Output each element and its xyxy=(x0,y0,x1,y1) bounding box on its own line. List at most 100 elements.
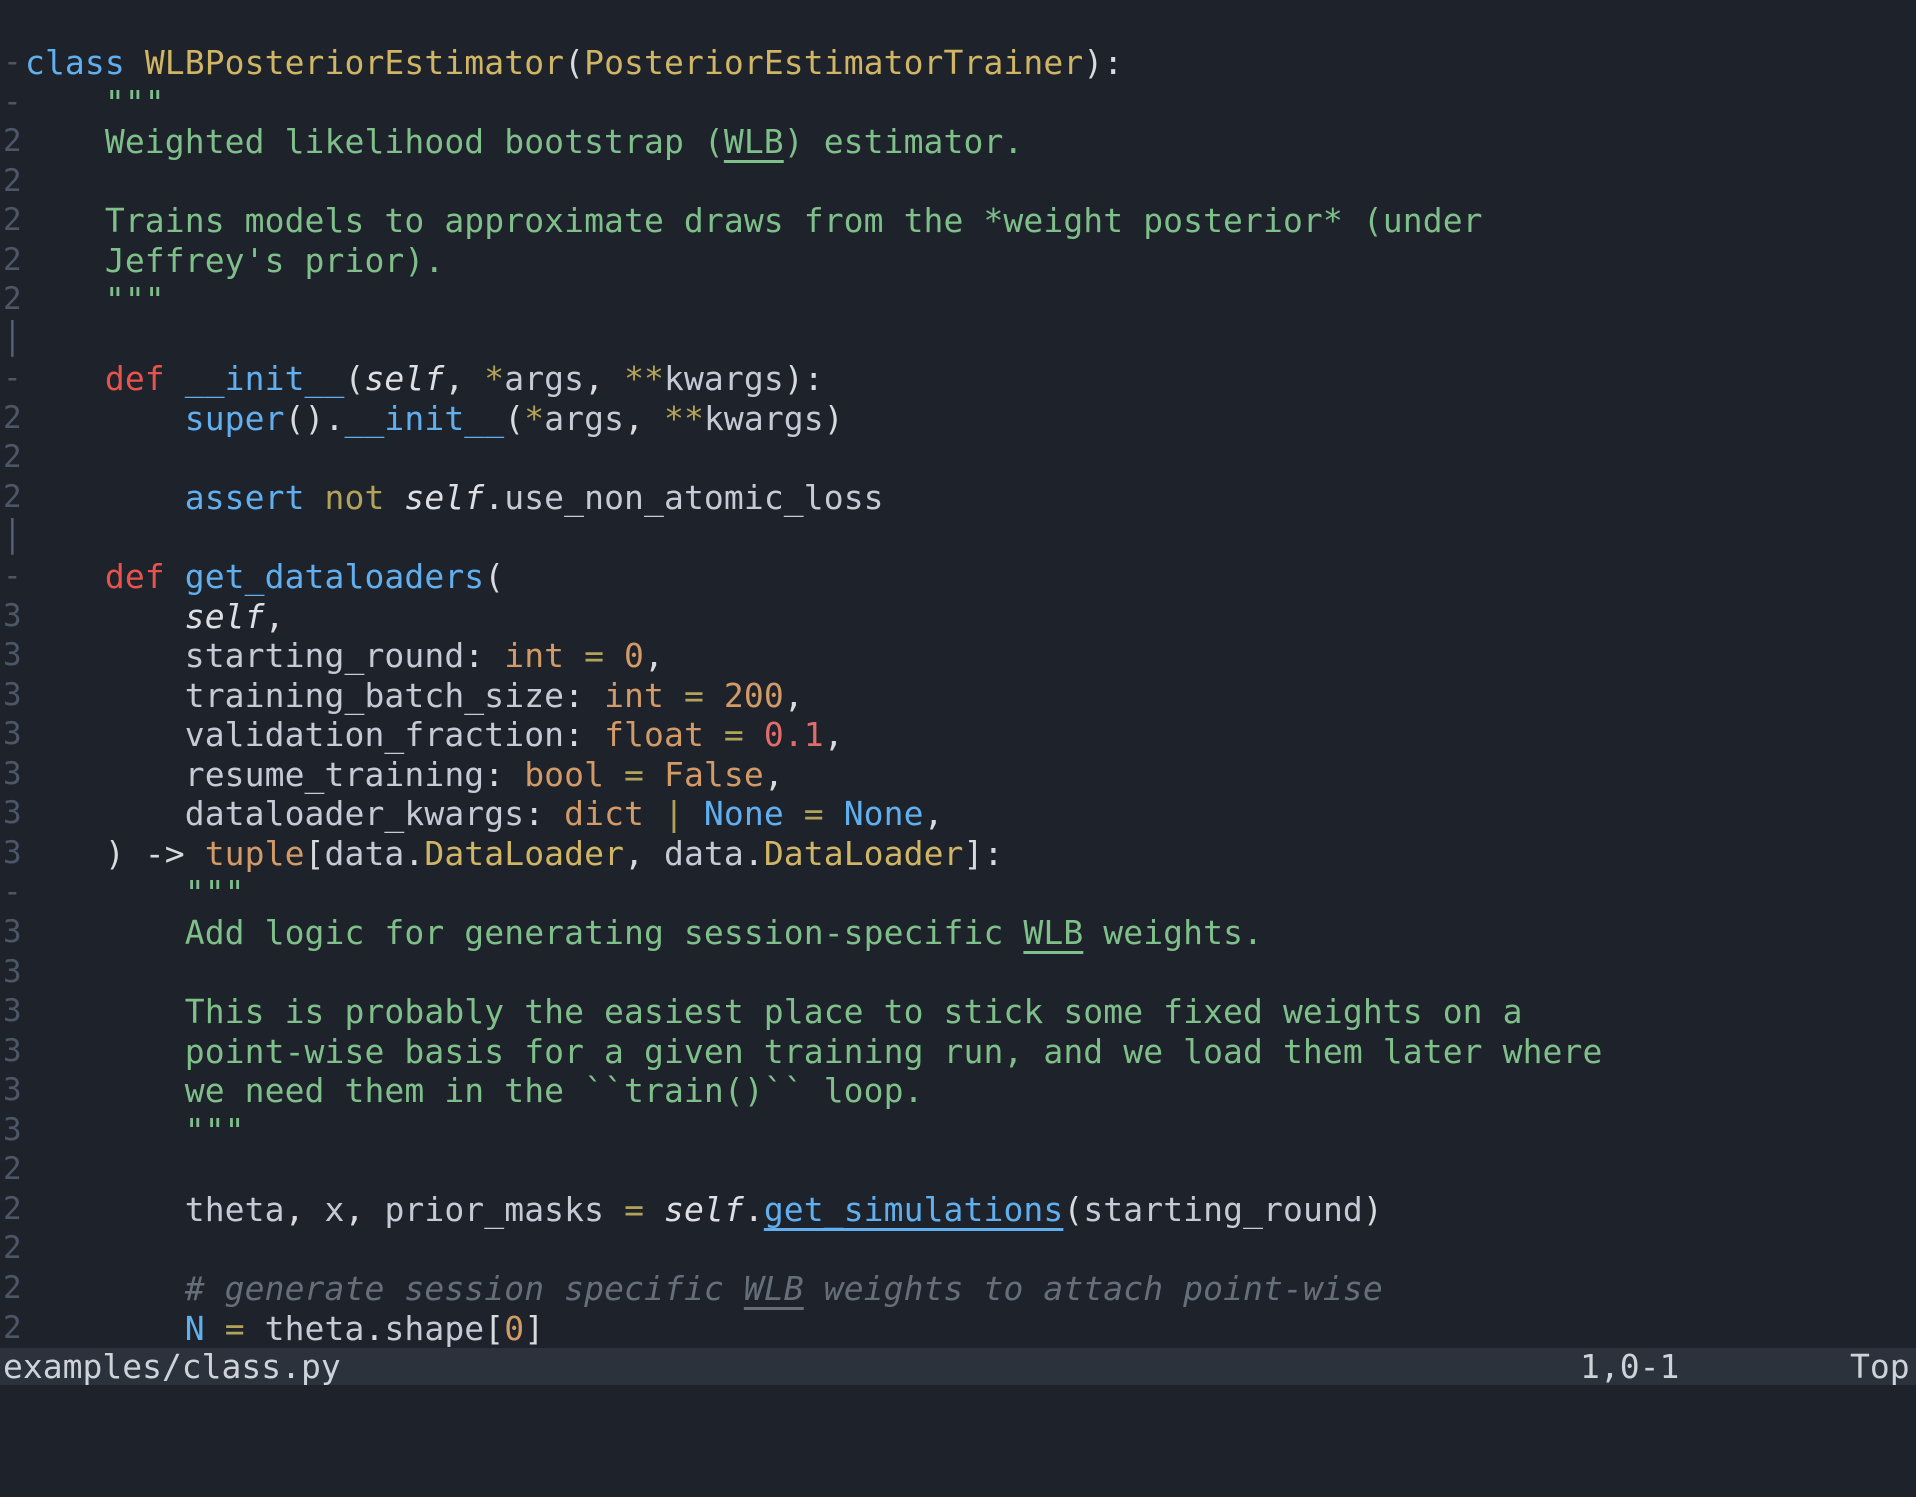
code-text: point-wise basis for a given training ru… xyxy=(25,1032,1602,1072)
code-line[interactable]: 2 Weighted likelihood bootstrap (WLB) es… xyxy=(0,122,1916,162)
code-text: starting_round: int = 0, xyxy=(25,636,664,676)
code-line[interactable]: 3 This is probably the easiest place to … xyxy=(0,992,1916,1032)
fold-column-marker: 3 xyxy=(0,676,25,716)
statusline-filename: examples/class.py xyxy=(3,1348,341,1385)
code-text: Add logic for generating session-specifi… xyxy=(25,913,1263,953)
fold-column-marker: 2 xyxy=(0,438,25,478)
code-area: -class WLBPosteriorEstimator(PosteriorEs… xyxy=(0,43,1916,1348)
fold-column-marker: - xyxy=(0,359,25,399)
fold-column-marker: 2 xyxy=(0,201,25,241)
fold-column-marker: 3 xyxy=(0,1071,25,1111)
code-line[interactable]: - """ xyxy=(0,83,1916,123)
code-text: """ xyxy=(25,1111,245,1151)
code-line[interactable]: 2 """ xyxy=(0,280,1916,320)
fold-column-marker: 3 xyxy=(0,755,25,795)
statusline-scroll-indicator: Top xyxy=(1850,1348,1910,1385)
code-line[interactable]: - """ xyxy=(0,873,1916,913)
fold-column-marker: │ xyxy=(0,518,25,558)
fold-column-marker: 2 xyxy=(0,1150,25,1190)
code-text: assert not self.use_non_atomic_loss xyxy=(25,478,884,518)
code-line[interactable]: 2 # generate session specific WLB weight… xyxy=(0,1269,1916,1309)
fold-column-marker: 2 xyxy=(0,478,25,518)
code-line[interactable]: 3 xyxy=(0,953,1916,993)
code-text: def __init__(self, *args, **kwargs): xyxy=(25,359,824,399)
code-line[interactable]: │ xyxy=(0,518,1916,558)
fold-column-marker: 2 xyxy=(0,1190,25,1230)
code-line[interactable]: 3 ) -> tuple[data.DataLoader, data.DataL… xyxy=(0,834,1916,874)
code-line[interactable]: 2 super().__init__(*args, **kwargs) xyxy=(0,399,1916,439)
code-text: training_batch_size: int = 200, xyxy=(25,676,804,716)
code-line[interactable]: 3 validation_fraction: float = 0.1, xyxy=(0,715,1916,755)
code-line[interactable]: - def get_dataloaders( xyxy=(0,557,1916,597)
code-text: theta, x, prior_masks = self.get_simulat… xyxy=(25,1190,1383,1230)
code-text: Jeffrey's prior). xyxy=(25,241,444,281)
code-line[interactable]: 3 Add logic for generating session-speci… xyxy=(0,913,1916,953)
code-line[interactable]: 3 resume_training: bool = False, xyxy=(0,755,1916,795)
code-text: Trains models to approximate draws from … xyxy=(25,201,1483,241)
terminal-vim-window: { "colors": { "fg": "#c5cad4", "punct": … xyxy=(0,0,1916,1436)
code-text: resume_training: bool = False, xyxy=(25,755,784,795)
code-text: we need them in the ``train()`` loop. xyxy=(25,1071,924,1111)
code-editor[interactable]: -class WLBPosteriorEstimator(PosteriorEs… xyxy=(0,0,1916,1348)
fold-column-marker: 3 xyxy=(0,992,25,1032)
code-line[interactable]: - def __init__(self, *args, **kwargs): xyxy=(0,359,1916,399)
statusline-ruler-position: 1,0-1 xyxy=(1580,1348,1679,1385)
code-line[interactable]: -class WLBPosteriorEstimator(PosteriorEs… xyxy=(0,43,1916,83)
fold-column-marker: 2 xyxy=(0,280,25,320)
fold-column-marker: 3 xyxy=(0,1111,25,1151)
fold-column-marker: 2 xyxy=(0,1229,25,1269)
code-line[interactable]: 3 training_batch_size: int = 200, xyxy=(0,676,1916,716)
fold-column-marker: 3 xyxy=(0,1032,25,1072)
code-text: self, xyxy=(25,597,285,637)
code-text: dataloader_kwargs: dict | None = None, xyxy=(25,794,944,834)
code-line[interactable]: 2 xyxy=(0,438,1916,478)
fold-column-marker: │ xyxy=(0,320,25,360)
code-line[interactable]: 2 Jeffrey's prior). xyxy=(0,241,1916,281)
code-line[interactable]: 3 we need them in the ``train()`` loop. xyxy=(0,1071,1916,1111)
code-text: N = theta.shape[0] xyxy=(25,1309,544,1349)
code-text: class WLBPosteriorEstimator(PosteriorEst… xyxy=(25,43,1123,83)
fold-column-marker: - xyxy=(0,873,25,913)
fold-column-marker: 2 xyxy=(0,162,25,202)
fold-column-marker: 3 xyxy=(0,597,25,637)
code-text: validation_fraction: float = 0.1, xyxy=(25,715,844,755)
code-line[interactable]: 2 Trains models to approximate draws fro… xyxy=(0,201,1916,241)
code-line[interactable]: 3 self, xyxy=(0,597,1916,637)
fold-column-marker: - xyxy=(0,83,25,123)
fold-column-marker: 2 xyxy=(0,1309,25,1349)
code-line[interactable]: 2 xyxy=(0,1150,1916,1190)
code-text: This is probably the easiest place to st… xyxy=(25,992,1523,1032)
code-line[interactable]: 3 starting_round: int = 0, xyxy=(0,636,1916,676)
code-text: ) -> tuple[data.DataLoader, data.DataLoa… xyxy=(25,834,1003,874)
fold-column-marker: 2 xyxy=(0,399,25,439)
code-text: """ xyxy=(25,280,165,320)
fold-column-marker: 3 xyxy=(0,636,25,676)
code-text: """ xyxy=(25,873,245,913)
code-text: Weighted likelihood bootstrap (WLB) esti… xyxy=(25,122,1023,162)
fold-column-marker: 3 xyxy=(0,715,25,755)
fold-column-marker: - xyxy=(0,557,25,597)
code-line[interactable]: 2 N = theta.shape[0] xyxy=(0,1309,1916,1349)
fold-column-marker: 3 xyxy=(0,913,25,953)
code-line[interactable]: 3 point-wise basis for a given training … xyxy=(0,1032,1916,1072)
code-line[interactable]: 2 theta, x, prior_masks = self.get_simul… xyxy=(0,1190,1916,1230)
fold-column-marker: 3 xyxy=(0,834,25,874)
fold-column-marker: 2 xyxy=(0,241,25,281)
code-text: """ xyxy=(25,83,165,123)
code-line[interactable]: 2 assert not self.use_non_atomic_loss xyxy=(0,478,1916,518)
fold-column-marker: 3 xyxy=(0,794,25,834)
code-text: # generate session specific WLB weights … xyxy=(25,1269,1383,1309)
vim-statusline: examples/class.py 1,0-1 Top xyxy=(0,1348,1916,1385)
code-line[interactable]: 3 """ xyxy=(0,1111,1916,1151)
code-line[interactable]: │ xyxy=(0,320,1916,360)
code-line[interactable]: 2 xyxy=(0,1229,1916,1269)
code-line[interactable]: 2 xyxy=(0,162,1916,202)
fold-column-marker: - xyxy=(0,43,25,83)
code-text: def get_dataloaders( xyxy=(25,557,504,597)
fold-column-marker: 2 xyxy=(0,122,25,162)
code-line[interactable]: 3 dataloader_kwargs: dict | None = None, xyxy=(0,794,1916,834)
fold-column-marker: 2 xyxy=(0,1269,25,1309)
vim-command-line xyxy=(0,1385,1916,1436)
code-text: super().__init__(*args, **kwargs) xyxy=(25,399,844,439)
fold-column-marker: 3 xyxy=(0,953,25,993)
